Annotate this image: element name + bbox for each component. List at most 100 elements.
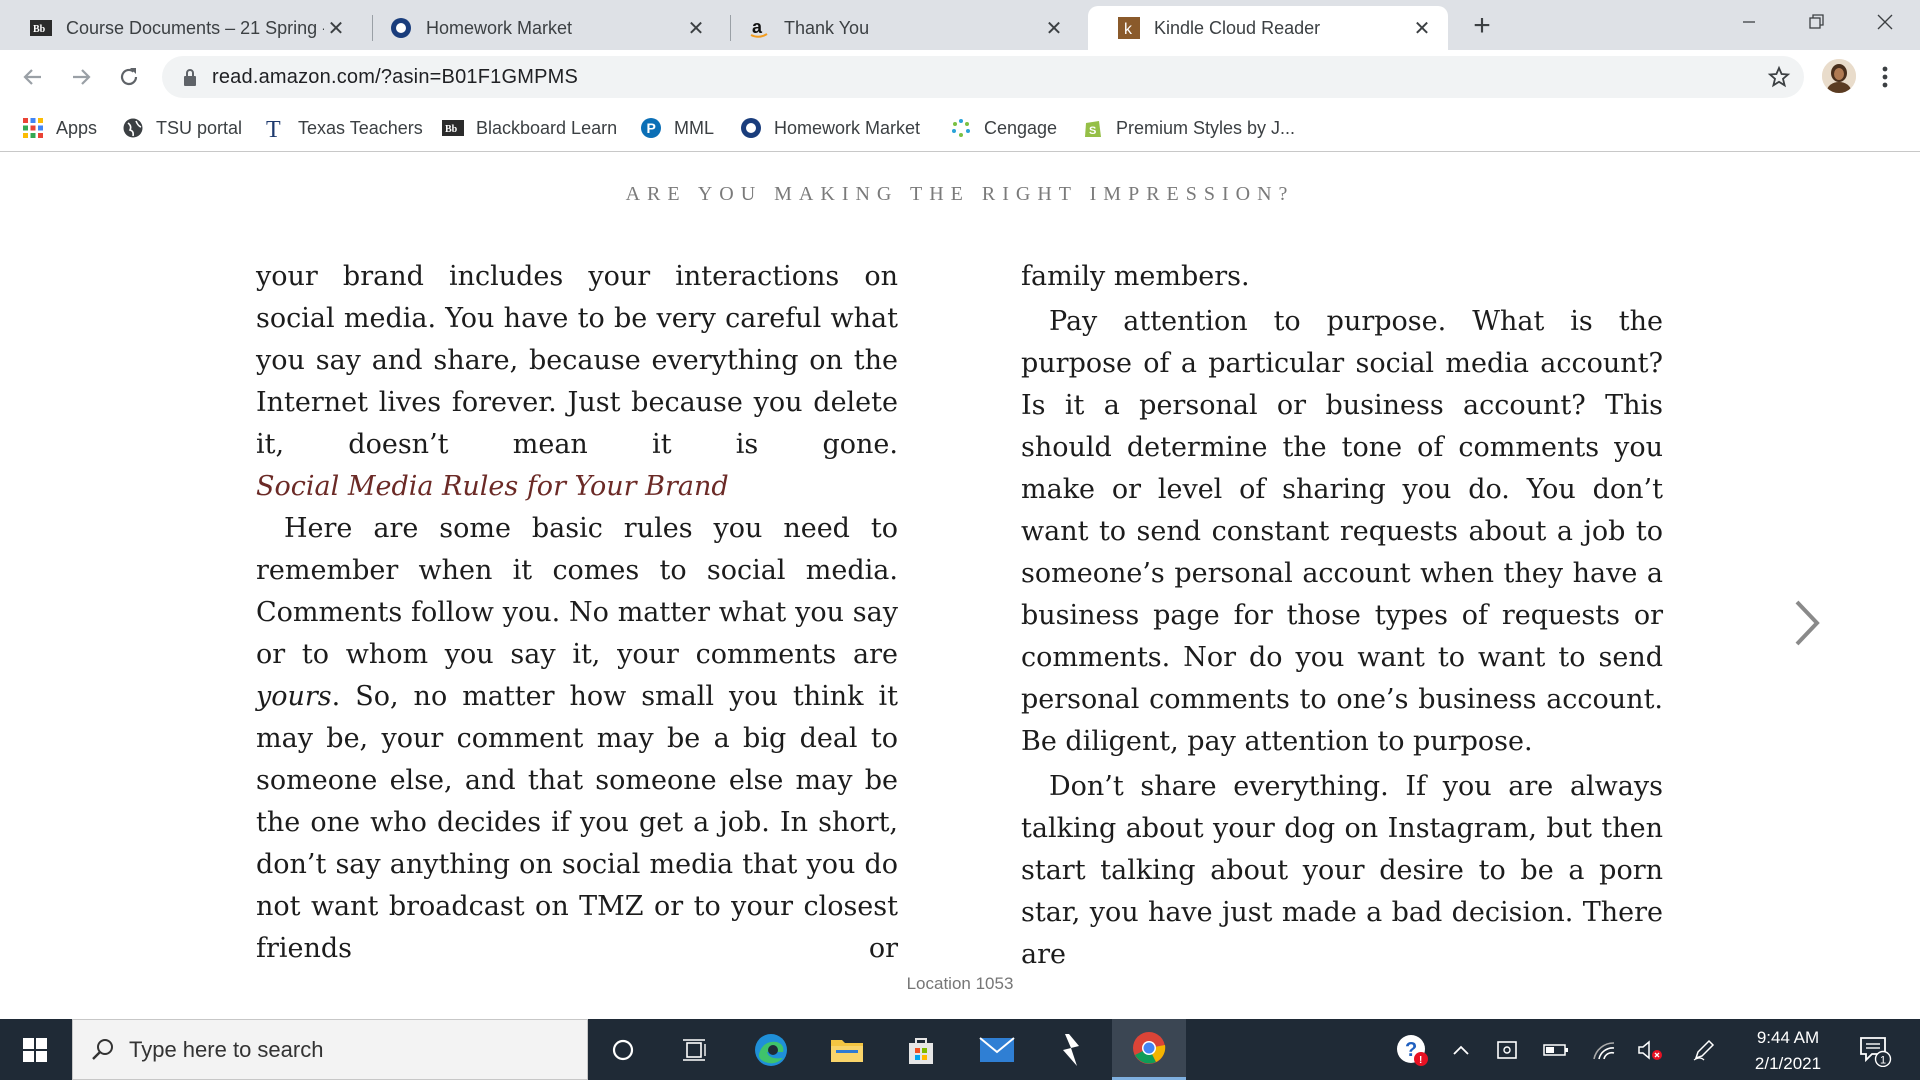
task-view-button[interactable] [665, 1019, 727, 1080]
texas-teachers-icon: T [264, 117, 286, 140]
svg-text:T: T [266, 117, 281, 140]
lock-icon [184, 69, 196, 86]
bookmark-label: Apps [56, 117, 98, 138]
reload-button[interactable] [112, 60, 146, 94]
reload-icon [120, 68, 138, 86]
restore-button[interactable] [1784, 0, 1850, 44]
bookmark-homework-market[interactable]: Homework Market [740, 113, 920, 143]
bookmark-cengage[interactable]: Cengage [950, 113, 1057, 143]
search-icon [92, 1038, 113, 1060]
pen-icon [1693, 1039, 1715, 1061]
notification-icon: 1 [1860, 1036, 1892, 1067]
app-taskbar-button[interactable] [1040, 1019, 1102, 1080]
tab-close-icon[interactable]: ✕ [324, 16, 348, 40]
bookmark-premium-styles[interactable]: S Premium Styles by J... [1082, 113, 1295, 143]
taskbar-clock[interactable]: 9:44 AM 2/1/2021 [1736, 1025, 1840, 1077]
bookmark-apps[interactable]: Apps [22, 113, 97, 143]
pen-workspace-button[interactable] [1688, 1019, 1720, 1080]
cortana-button[interactable] [592, 1019, 654, 1080]
emphasis: yours [256, 681, 332, 712]
browser-toolbar: read.amazon.com/?asin=B01F1GMPMS [0, 50, 1920, 104]
svg-text:P: P [647, 120, 656, 136]
taskbar-search-box[interactable]: Type here to search [72, 1019, 588, 1080]
text-line: Here are some basic rules you need to [284, 513, 898, 544]
back-button[interactable] [16, 60, 50, 94]
bookmark-label: Texas Teachers [298, 117, 423, 138]
tab-course-documents[interactable]: Bb Course Documents – 21 Spring - ✕ [0, 6, 362, 50]
bookmark-texas-teachers[interactable]: T Texas Teachers [264, 113, 423, 143]
mail-button[interactable] [966, 1019, 1028, 1080]
show-hidden-icons-button[interactable] [1446, 1019, 1476, 1080]
close-window-button[interactable] [1852, 0, 1918, 44]
tab-strip: Bb Course Documents – 21 Spring - ✕ Home… [0, 0, 1920, 50]
tab-title: Thank You [784, 17, 870, 38]
bookmark-tsu-portal[interactable]: TSU portal [122, 113, 242, 143]
tab-homework-market[interactable]: Homework Market ✕ [360, 6, 722, 50]
address-bar[interactable]: read.amazon.com/?asin=B01F1GMPMS [162, 56, 1804, 98]
bookmark-blackboard-learn[interactable]: Bb Blackboard Learn [442, 113, 617, 143]
running-head: ARE YOU MAKING THE RIGHT IMPRESSION? [625, 183, 1295, 205]
chrome-icon [1133, 1032, 1166, 1064]
homework-market-icon [390, 17, 412, 39]
star-icon [1767, 65, 1791, 88]
text-line: family members. [1021, 261, 1250, 292]
minimize-button[interactable] [1716, 0, 1782, 44]
svg-text:S: S [1089, 125, 1096, 137]
start-button[interactable] [4, 1019, 66, 1080]
help-alert-icon: ?! [1397, 1034, 1428, 1066]
tab-kindle-cloud-reader[interactable]: k Kindle Cloud Reader ✕ [1088, 6, 1448, 50]
svg-text:Bb: Bb [445, 124, 458, 135]
store-button[interactable] [890, 1019, 952, 1080]
task-view-icon [683, 1038, 706, 1061]
more-vert-icon [1882, 66, 1888, 88]
windows-logo-icon [23, 1037, 47, 1062]
chevron-right-icon [1795, 600, 1820, 646]
volume-button[interactable] [1634, 1019, 1666, 1080]
forward-button[interactable] [64, 60, 98, 94]
action-center-button[interactable]: 1 [1852, 1019, 1898, 1080]
next-page-button[interactable] [1786, 593, 1826, 653]
tab-thank-you[interactable]: a Thank You ✕ [718, 6, 1080, 50]
blackboard-icon: Bb [442, 117, 464, 139]
help-tray-button[interactable]: ?! [1392, 1019, 1432, 1080]
bookmark-mml[interactable]: P MML [640, 113, 714, 143]
folder-icon [831, 1039, 863, 1062]
paragraph: your brand includes your interactions on… [256, 256, 898, 466]
browser-menu-button[interactable] [1870, 60, 1900, 94]
bookmark-label: Blackboard Learn [476, 117, 618, 138]
tab-close-icon[interactable]: ✕ [684, 16, 708, 40]
paragraph: Here are some basic rules you need to re… [256, 508, 898, 970]
tab-title: Course Documents – 21 Spring - [66, 17, 324, 38]
profile-avatar[interactable] [1822, 59, 1856, 93]
cortana-icon [612, 1039, 634, 1060]
battery-button[interactable] [1540, 1019, 1572, 1080]
wifi-button[interactable] [1588, 1019, 1620, 1080]
file-explorer-button[interactable] [816, 1019, 878, 1080]
location-indicator: Location 1053 [906, 974, 1014, 993]
battery-icon [1543, 1043, 1568, 1056]
text-line: remember when it comes to social media. [256, 555, 898, 586]
new-tab-button[interactable]: + [1466, 9, 1498, 42]
tab-close-icon[interactable]: ✕ [1410, 16, 1434, 40]
tab-close-icon[interactable]: ✕ [1042, 16, 1066, 40]
globe-icon [122, 117, 144, 139]
text-line: you have just made a bad decision. There… [1021, 897, 1663, 970]
kindle-reader-page: ARE YOU MAKING THE RIGHT IMPRESSION? you… [0, 153, 1920, 1019]
right-column: family members. Pay attention to purpose… [1021, 256, 1663, 976]
edge-taskbar-button[interactable] [740, 1019, 802, 1080]
clock-date: 2/1/2021 [1754, 1054, 1822, 1073]
bookmark-label: Homework Market [774, 117, 921, 138]
wifi-icon [1593, 1041, 1615, 1059]
restore-icon [1809, 14, 1824, 29]
notification-count: 1 [1880, 1054, 1886, 1066]
chrome-taskbar-button[interactable] [1112, 1019, 1186, 1080]
apps-grid-icon [22, 117, 44, 139]
text-line: talking about your dog on Instagram, but… [1021, 813, 1663, 844]
bookmark-star-button[interactable] [1766, 64, 1792, 90]
amazon-icon: a [748, 17, 770, 39]
windows-taskbar: Type here to search ?! 9:44 AM 2/1/2021 … [0, 1019, 1920, 1080]
pearson-icon: P [640, 117, 662, 139]
blackboard-icon: Bb [30, 17, 52, 39]
forward-arrow-icon [73, 69, 91, 85]
meet-now-button[interactable] [1492, 1019, 1524, 1080]
